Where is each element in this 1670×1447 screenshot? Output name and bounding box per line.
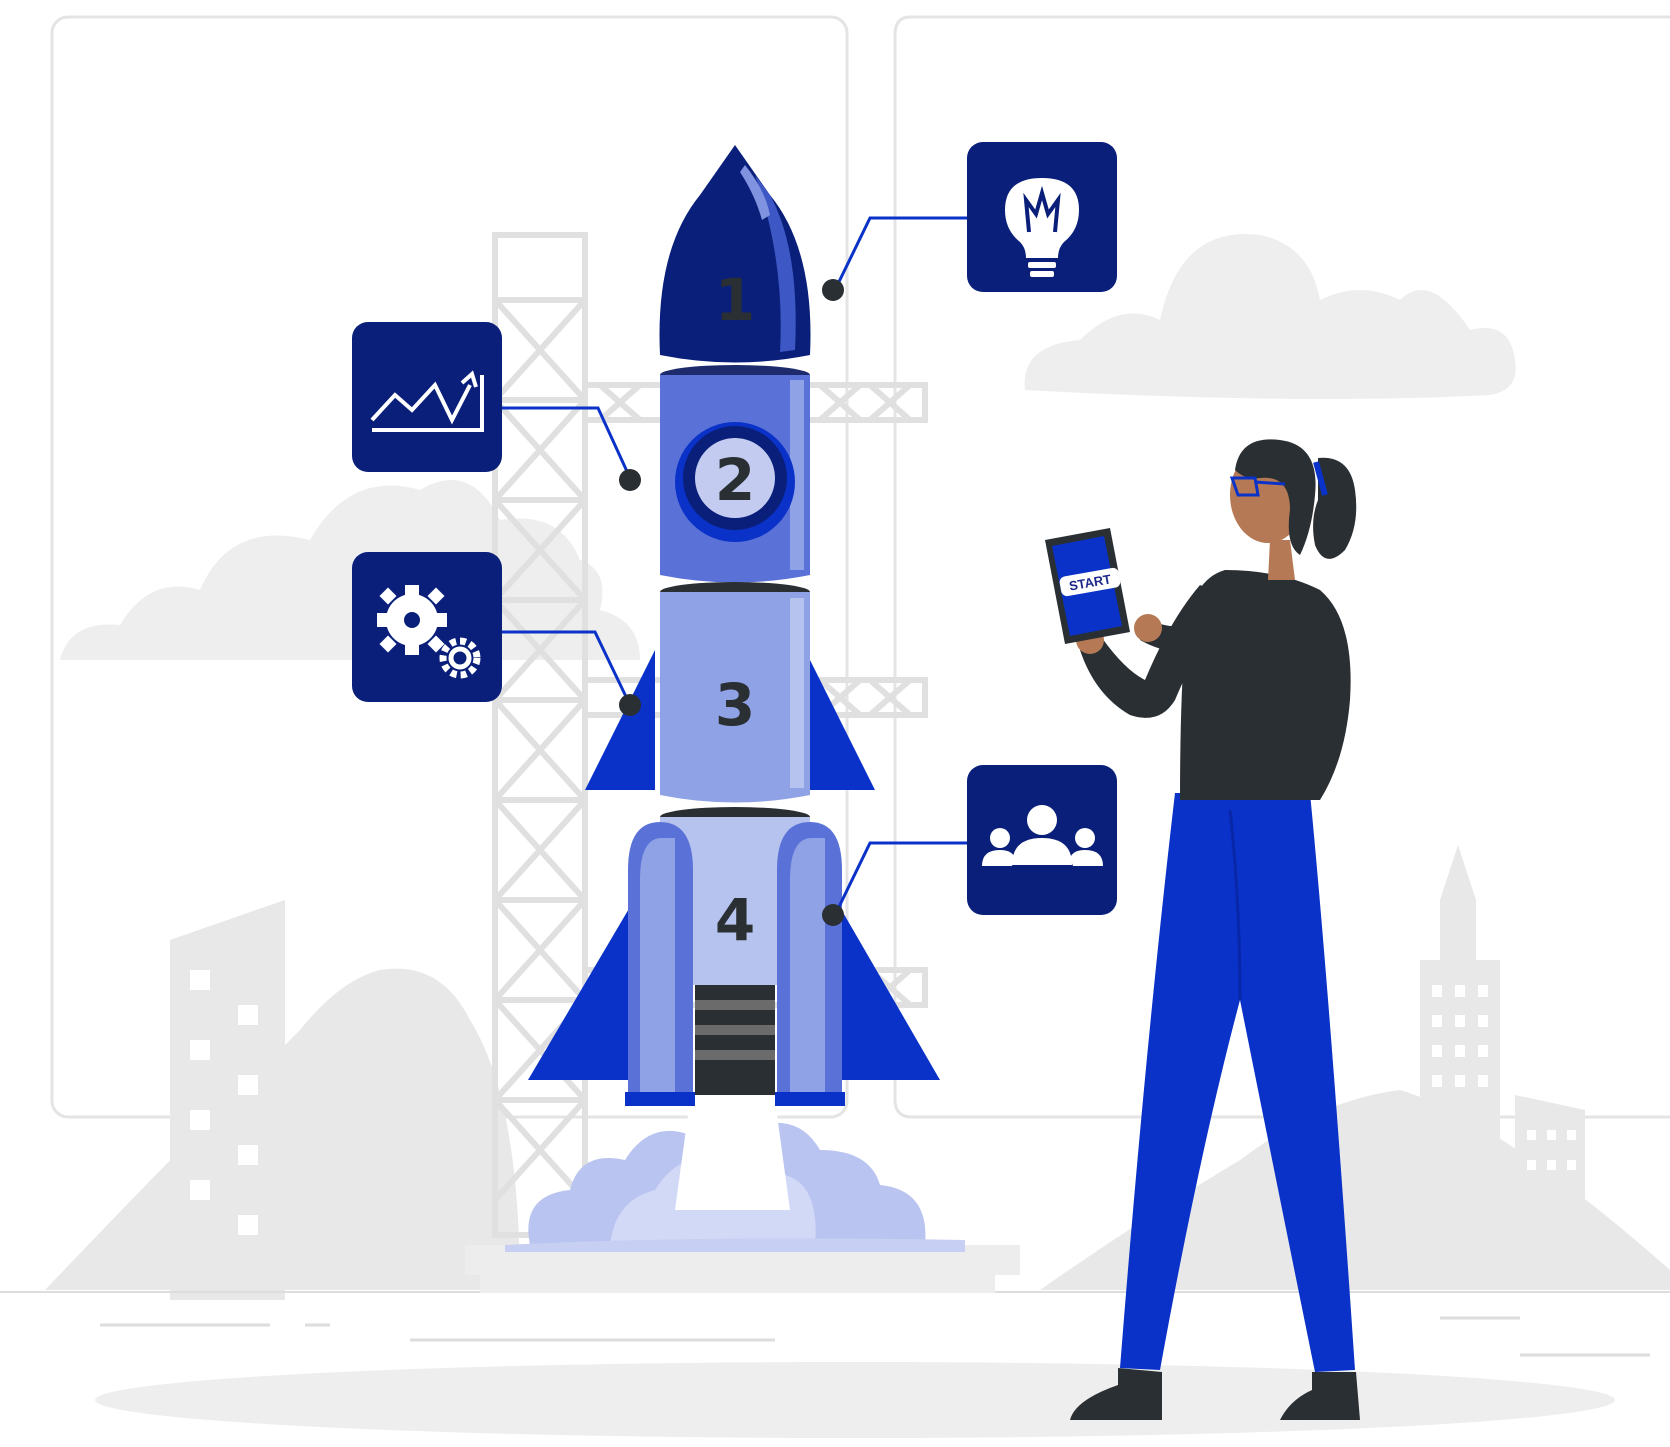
team-tile — [967, 765, 1117, 915]
lightbulb-tile — [967, 142, 1117, 292]
rocket-stage-4 — [625, 807, 845, 1106]
gears-tile — [352, 552, 502, 702]
trend-chart-tile — [352, 322, 502, 472]
stage-2-number: 2 — [715, 446, 755, 514]
city-left — [45, 900, 520, 1300]
stage-3-number: 3 — [715, 671, 755, 739]
ground — [0, 1291, 1670, 1438]
tablet: START — [1045, 528, 1130, 644]
stage-4-number: 4 — [715, 886, 755, 954]
stage-1-number: 1 — [715, 266, 755, 334]
exhaust-smoke — [505, 1100, 965, 1252]
rocket-launch-illustration: 1 2 3 4 START — [0, 15, 1670, 1438]
launch-platform — [465, 1245, 1020, 1293]
